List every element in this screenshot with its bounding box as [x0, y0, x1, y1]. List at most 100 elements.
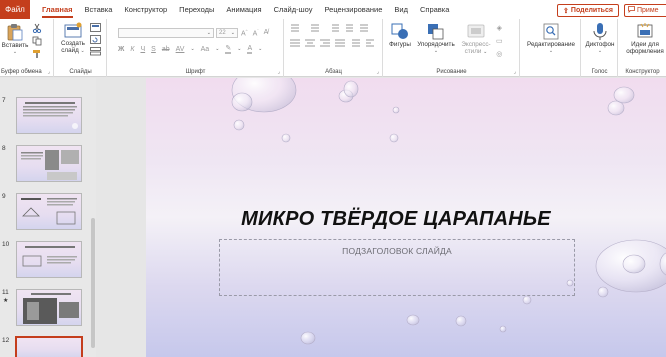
italic-button[interactable]: К — [130, 46, 134, 53]
tab-slideshow[interactable]: Слайд-шоу — [268, 0, 319, 19]
slide-thumbnail[interactable]: 11 ★ — [0, 289, 96, 327]
design-ideas-button[interactable]: Идеи для оформления — [623, 22, 666, 55]
section-icon[interactable] — [90, 47, 101, 56]
font-group-label: Шрифт — [185, 69, 206, 75]
editing-button[interactable]: Редактирование ⌄ — [522, 22, 580, 55]
font-launcher-icon[interactable]: ⌟ — [278, 69, 280, 75]
paragraph-launcher-icon[interactable]: ⌟ — [377, 69, 379, 75]
shape-fill-icon[interactable]: ◈ — [497, 24, 502, 32]
new-slide-button[interactable]: Создать слайд ⌄ — [58, 22, 88, 55]
slide-preview[interactable] — [16, 193, 82, 230]
new-slide-label-2: слайд — [61, 47, 79, 54]
slides-group: Создать слайд ⌄ Слайды — [55, 19, 107, 77]
grow-font-icon[interactable]: A^ — [241, 28, 248, 37]
slide-title[interactable]: МИКРО ТВЁРДОЕ ЦАРАПАНЬЕ — [146, 208, 646, 231]
change-case-button[interactable]: Aa — [201, 46, 210, 53]
reset-icon[interactable] — [90, 35, 101, 44]
paragraph-group-label: Абзац — [325, 69, 342, 75]
voice-group-label: Голос — [591, 69, 608, 75]
shapes-button[interactable]: Фигуры — [386, 22, 414, 48]
tab-home[interactable]: Главная — [36, 0, 79, 19]
strikethrough-button[interactable]: S — [151, 46, 156, 53]
tab-animations[interactable]: Анимация — [220, 0, 267, 19]
arrange-dropdown-icon: ⌄ — [433, 48, 439, 54]
paste-dropdown-icon[interactable]: ⌄ — [13, 49, 17, 56]
new-slide-dropdown-icon[interactable]: ⌄ — [81, 48, 85, 54]
subtitle-placeholder[interactable]: ПОДЗАГОЛОВОК СЛАЙДА — [219, 239, 575, 296]
paragraph-controls[interactable] — [288, 23, 380, 61]
font-color-icon[interactable]: A — [247, 45, 253, 54]
scrollbar-thumb[interactable] — [91, 218, 95, 348]
font-name-combo[interactable]: ⌄ — [118, 28, 214, 38]
tab-review[interactable]: Рецензирование — [318, 0, 388, 19]
highlight-icon[interactable]: ✎ — [225, 44, 232, 54]
tab-help[interactable]: Справка — [414, 0, 455, 19]
shrink-font-icon[interactable]: Aˇ — [253, 28, 259, 37]
layout-icon[interactable] — [90, 23, 101, 32]
tab-insert[interactable]: Вставка — [79, 0, 119, 19]
paste-button[interactable]: Вставить ⌄ — [2, 22, 28, 56]
cut-icon[interactable] — [32, 23, 42, 33]
font-color-dropdown-icon[interactable]: ⌄ — [258, 46, 262, 52]
font-size-dropdown-icon: ⌄ — [230, 30, 235, 36]
paste-label: Вставить — [1, 42, 29, 49]
ribbon-tab-bar: Файл Главная Вставка Конструктор Переход… — [0, 0, 666, 19]
quick-styles-dropdown-icon: ⌄ — [483, 49, 488, 55]
dictate-button[interactable]: Диктофон ⌄ — [583, 22, 617, 55]
slide-preview[interactable] — [16, 289, 82, 326]
ribbon-home: Вставить ⌄ Буфер обмена ⌟ Создать слайд … — [0, 19, 666, 77]
underline-button[interactable]: Ч — [140, 46, 145, 53]
shape-outline-icon[interactable]: ▭ — [496, 37, 503, 45]
design-ideas-icon — [637, 23, 653, 38]
new-slide-label-1: Создать — [61, 40, 85, 47]
slide-preview[interactable] — [16, 241, 82, 278]
quick-styles-button[interactable]: Экспресс- стили ⌄ — [458, 22, 494, 56]
comments-button[interactable]: Приме — [624, 4, 666, 17]
slide-editor-canvas[interactable]: МИКРО ТВЁРДОЕ ЦАРАПАНЬЕ ПОДЗАГОЛОВОК СЛА… — [98, 78, 666, 357]
designer-group: Идеи для оформления Конструктор — [619, 19, 666, 77]
character-spacing-dropdown-icon[interactable]: ⌄ — [190, 46, 194, 52]
paragraph-group: Абзац ⌟ — [285, 19, 383, 77]
share-button[interactable]: ⇪ Поделиться — [557, 4, 619, 17]
slide-thumbnail[interactable]: 12 — [0, 336, 96, 357]
voice-group: Диктофон ⌄ Голос — [582, 19, 618, 77]
copy-icon[interactable] — [32, 36, 42, 46]
arrange-button[interactable]: Упорядочить ⌄ — [414, 22, 458, 55]
clipboard-group: Вставить ⌄ Буфер обмена ⌟ — [0, 19, 54, 77]
slide-thumbnail[interactable]: 10 — [0, 241, 96, 279]
microphone-icon — [593, 23, 607, 40]
bold-button[interactable]: Ж — [118, 46, 124, 53]
slide-preview[interactable] — [16, 145, 82, 182]
slide-preview[interactable] — [15, 336, 83, 357]
highlight-dropdown-icon[interactable]: ⌄ — [237, 46, 241, 52]
slide-thumbnail-pane[interactable]: 7 8 9 10 11 ★ 12 — [0, 78, 96, 357]
font-size-value: 22 — [219, 30, 226, 36]
new-slide-icon — [64, 22, 82, 38]
clear-format-icon[interactable]: A̸ — [264, 29, 269, 36]
tab-design[interactable]: Конструктор — [118, 0, 173, 19]
format-painter-icon[interactable] — [32, 49, 42, 59]
change-case-dropdown-icon[interactable]: ⌄ — [215, 46, 219, 52]
slide-number: 7 — [2, 97, 6, 104]
slide-thumbnail[interactable]: 8 — [0, 145, 96, 183]
ribbon-tabs: Главная Вставка Конструктор Переходы Ани… — [36, 0, 455, 19]
tab-view[interactable]: Вид — [388, 0, 414, 19]
clipboard-group-label: Буфер обмена — [1, 69, 42, 75]
slide-thumbnail[interactable]: 9 — [0, 193, 96, 231]
slide-number: 8 — [2, 145, 6, 152]
current-slide[interactable]: МИКРО ТВЁРДОЕ ЦАРАПАНЬЕ ПОДЗАГОЛОВОК СЛА… — [146, 78, 666, 357]
paste-icon — [7, 24, 23, 41]
character-spacing-button[interactable]: AV — [176, 46, 185, 53]
font-size-combo[interactable]: 22 ⌄ — [216, 28, 238, 38]
animation-star-icon: ★ — [3, 298, 9, 304]
shape-effects-icon[interactable]: ◎ — [496, 50, 502, 58]
tab-file[interactable]: Файл — [0, 0, 30, 19]
tab-transitions[interactable]: Переходы — [173, 0, 220, 19]
drawing-launcher-icon[interactable]: ⌟ — [514, 69, 516, 75]
quick-styles-icon — [467, 24, 485, 38]
slide-thumbnail[interactable]: 7 — [0, 97, 96, 135]
slide-preview[interactable] — [16, 97, 82, 134]
clipboard-launcher-icon[interactable]: ⌟ — [48, 69, 50, 75]
text-shadow-button[interactable]: ab — [162, 46, 170, 53]
thumbnail-scrollbar[interactable] — [90, 78, 96, 357]
